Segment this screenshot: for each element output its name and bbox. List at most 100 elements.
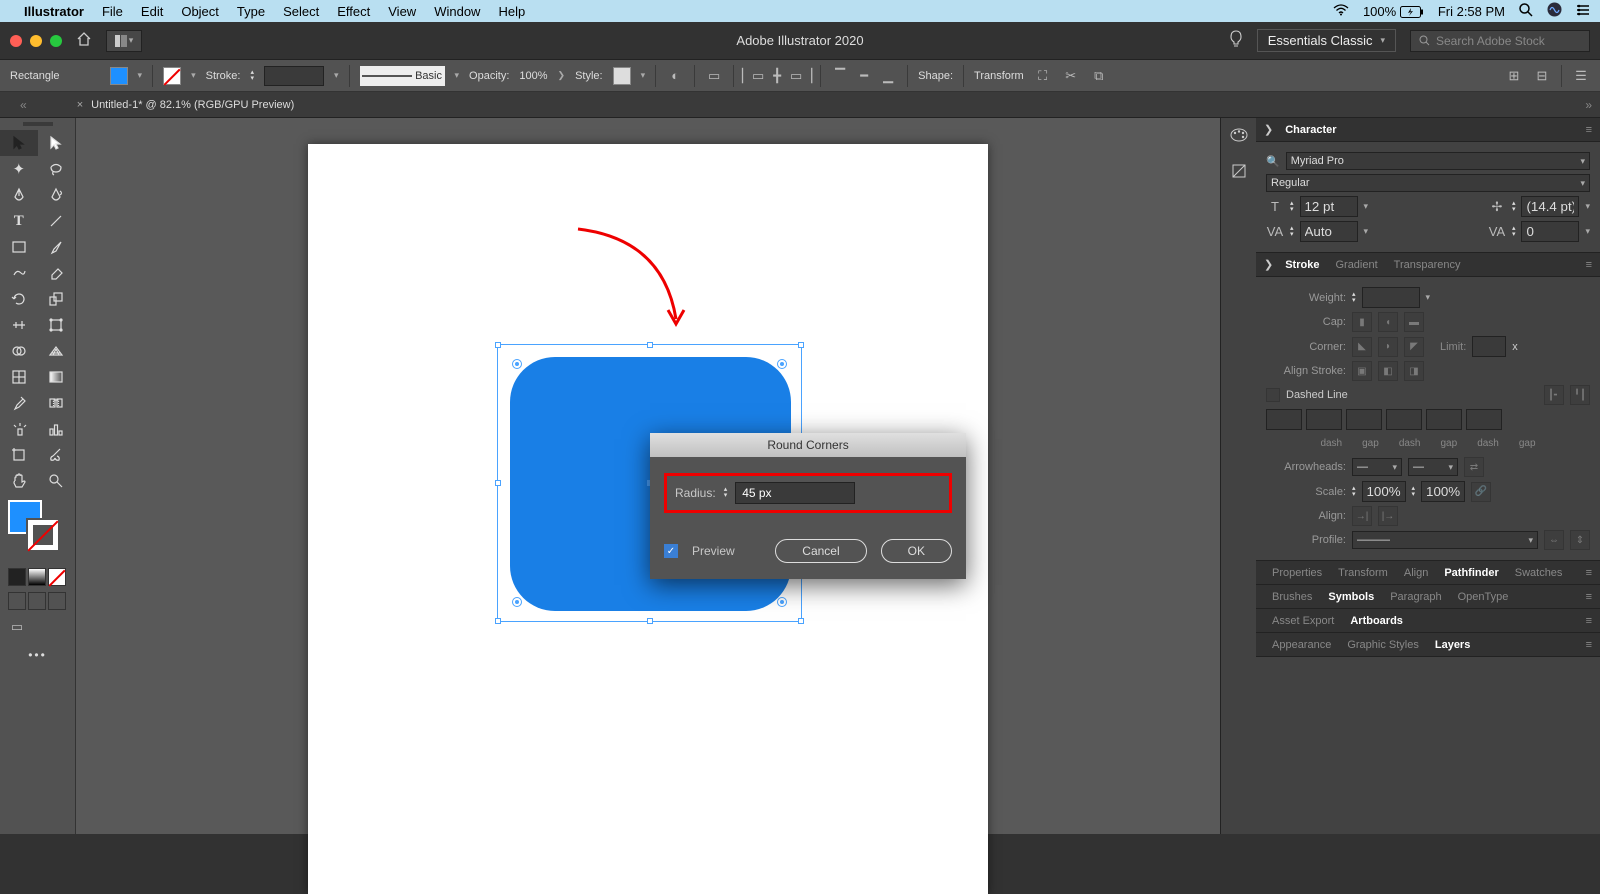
corner-widget-tl[interactable] bbox=[512, 359, 522, 369]
selection-tool[interactable] bbox=[0, 130, 38, 156]
limit-input[interactable] bbox=[1472, 336, 1506, 357]
line-tool[interactable] bbox=[38, 208, 76, 234]
radius-spinner[interactable]: ▴▾ bbox=[724, 487, 728, 499]
menu-window[interactable]: Window bbox=[434, 4, 480, 19]
type-tool[interactable]: T bbox=[0, 208, 38, 234]
font-style-select[interactable]: Regular▾ bbox=[1266, 174, 1590, 192]
free-transform-tool[interactable] bbox=[38, 312, 76, 338]
stroke-weight-input[interactable] bbox=[264, 66, 324, 86]
paintbrush-tool[interactable] bbox=[38, 234, 76, 260]
tabgroup-2-menu-icon[interactable]: ≡ bbox=[1586, 591, 1592, 603]
tab-properties[interactable]: Properties bbox=[1264, 567, 1330, 579]
close-tab-icon[interactable]: × bbox=[77, 99, 83, 111]
opacity-dropdown[interactable]: ❯ bbox=[558, 70, 566, 81]
crop-icon[interactable]: ✂ bbox=[1062, 67, 1080, 85]
transparency-tab[interactable]: Transparency bbox=[1386, 259, 1469, 271]
dash-input-1[interactable] bbox=[1266, 409, 1302, 430]
gradient-tab[interactable]: Gradient bbox=[1327, 259, 1385, 271]
leading-input[interactable] bbox=[1521, 196, 1579, 217]
handle-bot-mid[interactable] bbox=[647, 618, 653, 624]
arrowhead-swap-icon[interactable]: ⇄ bbox=[1464, 457, 1484, 477]
opacity-value[interactable]: 100% bbox=[519, 70, 547, 82]
brush-definition[interactable]: Basic bbox=[360, 66, 445, 86]
tab-asset-export[interactable]: Asset Export bbox=[1264, 615, 1342, 627]
arrow-scale-input-1[interactable] bbox=[1362, 481, 1406, 502]
font-search-icon[interactable]: 🔍 bbox=[1266, 155, 1280, 168]
mesh-tool[interactable] bbox=[0, 364, 38, 390]
character-panel-caret[interactable]: ❯ bbox=[1264, 123, 1273, 136]
tab-pathfinder[interactable]: Pathfinder bbox=[1436, 567, 1506, 579]
preview-label[interactable]: Preview bbox=[692, 544, 735, 558]
align-middle-icon[interactable]: ━ bbox=[855, 67, 873, 85]
gap-input-2[interactable] bbox=[1386, 409, 1422, 430]
maximize-window[interactable] bbox=[50, 35, 62, 47]
gradient-tool[interactable] bbox=[38, 364, 76, 390]
gap-input-1[interactable] bbox=[1306, 409, 1342, 430]
close-window[interactable] bbox=[10, 35, 22, 47]
dash-input-3[interactable] bbox=[1426, 409, 1462, 430]
draw-inside[interactable] bbox=[48, 592, 66, 610]
align-left-icon[interactable]: ▏▭ bbox=[744, 67, 762, 85]
workspace-switcher[interactable]: Essentials Classic▾ bbox=[1257, 29, 1396, 52]
screen-mode-icon[interactable]: ▭ bbox=[8, 618, 26, 636]
curvature-tool[interactable] bbox=[38, 182, 76, 208]
arrowhead-end-select[interactable]: —▾ bbox=[1408, 458, 1458, 476]
corner-widget-bl[interactable] bbox=[512, 597, 522, 607]
column-graph-tool[interactable] bbox=[38, 416, 76, 442]
corner-miter-icon[interactable]: ◣ bbox=[1352, 337, 1372, 357]
stroke-indicator[interactable] bbox=[26, 518, 60, 552]
kerning-spinner[interactable]: ▴▾ bbox=[1290, 226, 1294, 238]
eyedropper-tool[interactable] bbox=[0, 390, 38, 416]
tab-paragraph[interactable]: Paragraph bbox=[1382, 591, 1449, 603]
align-stroke-center-icon[interactable]: ▣ bbox=[1352, 361, 1372, 381]
align-top-icon[interactable]: ▔ bbox=[831, 67, 849, 85]
character-panel-menu-icon[interactable]: ≡ bbox=[1586, 124, 1592, 136]
stroke-swatch[interactable] bbox=[163, 67, 181, 85]
cap-round-icon[interactable]: ◖ bbox=[1378, 312, 1398, 332]
minimize-window[interactable] bbox=[30, 35, 42, 47]
profile-select[interactable]: ———▾ bbox=[1352, 531, 1538, 549]
tab-artboards[interactable]: Artboards bbox=[1342, 615, 1411, 627]
edit-toolbar-icon[interactable]: ••• bbox=[0, 640, 75, 670]
arrow-scale-spinner-2[interactable]: ▴▾ bbox=[1412, 486, 1416, 498]
ok-button[interactable]: OK bbox=[881, 539, 952, 563]
cap-projecting-icon[interactable]: ▬ bbox=[1404, 312, 1424, 332]
fill-stroke-indicator[interactable] bbox=[8, 500, 68, 560]
profile-flip-v-icon[interactable]: ⇕ bbox=[1570, 530, 1590, 550]
cap-butt-icon[interactable]: ▮ bbox=[1352, 312, 1372, 332]
tab-opentype[interactable]: OpenType bbox=[1450, 591, 1517, 603]
draw-behind[interactable] bbox=[28, 592, 46, 610]
transform-button[interactable]: Transform bbox=[974, 70, 1024, 82]
handle-top-mid[interactable] bbox=[647, 342, 653, 348]
color-guide-icon[interactable] bbox=[1231, 163, 1247, 184]
menu-type[interactable]: Type bbox=[237, 4, 265, 19]
expand-panels-icon[interactable]: « bbox=[20, 98, 27, 112]
profile-flip-h-icon[interactable]: ⇔ bbox=[1544, 530, 1564, 550]
weight-input[interactable] bbox=[1362, 287, 1420, 308]
recolor-icon[interactable]: ◐ bbox=[666, 67, 684, 85]
menu-object[interactable]: Object bbox=[181, 4, 219, 19]
spotlight-icon[interactable] bbox=[1519, 3, 1533, 20]
align-stroke-outside-icon[interactable]: ◨ bbox=[1404, 361, 1424, 381]
document-layout-button[interactable]: ▾ bbox=[106, 30, 142, 52]
arrange-icon[interactable]: ⧉ bbox=[1090, 67, 1108, 85]
menu-help[interactable]: Help bbox=[498, 4, 525, 19]
panel-menu-icon[interactable]: ☰ bbox=[1572, 67, 1590, 85]
siri-icon[interactable] bbox=[1547, 2, 1562, 20]
menu-effect[interactable]: Effect bbox=[337, 4, 370, 19]
character-tab[interactable]: Character bbox=[1277, 124, 1344, 136]
dash-input-2[interactable] bbox=[1346, 409, 1382, 430]
shaper-tool[interactable] bbox=[0, 260, 38, 286]
tabgroup-1-menu-icon[interactable]: ≡ bbox=[1586, 567, 1592, 579]
search-stock-input[interactable]: Search Adobe Stock bbox=[1410, 30, 1590, 52]
font-family-select[interactable]: Myriad Pro▾ bbox=[1286, 152, 1590, 170]
color-mode-gradient[interactable] bbox=[28, 568, 46, 586]
corner-bevel-icon[interactable]: ◤ bbox=[1404, 337, 1424, 357]
snap-icon[interactable]: ⊟ bbox=[1533, 67, 1551, 85]
font-size-input[interactable] bbox=[1300, 196, 1358, 217]
lasso-tool[interactable] bbox=[38, 156, 76, 182]
fill-swatch[interactable] bbox=[110, 67, 128, 85]
wifi-icon[interactable] bbox=[1333, 4, 1349, 19]
arrowhead-start-select[interactable]: —▾ bbox=[1352, 458, 1402, 476]
stroke-panel-menu-icon[interactable]: ≡ bbox=[1586, 259, 1592, 271]
